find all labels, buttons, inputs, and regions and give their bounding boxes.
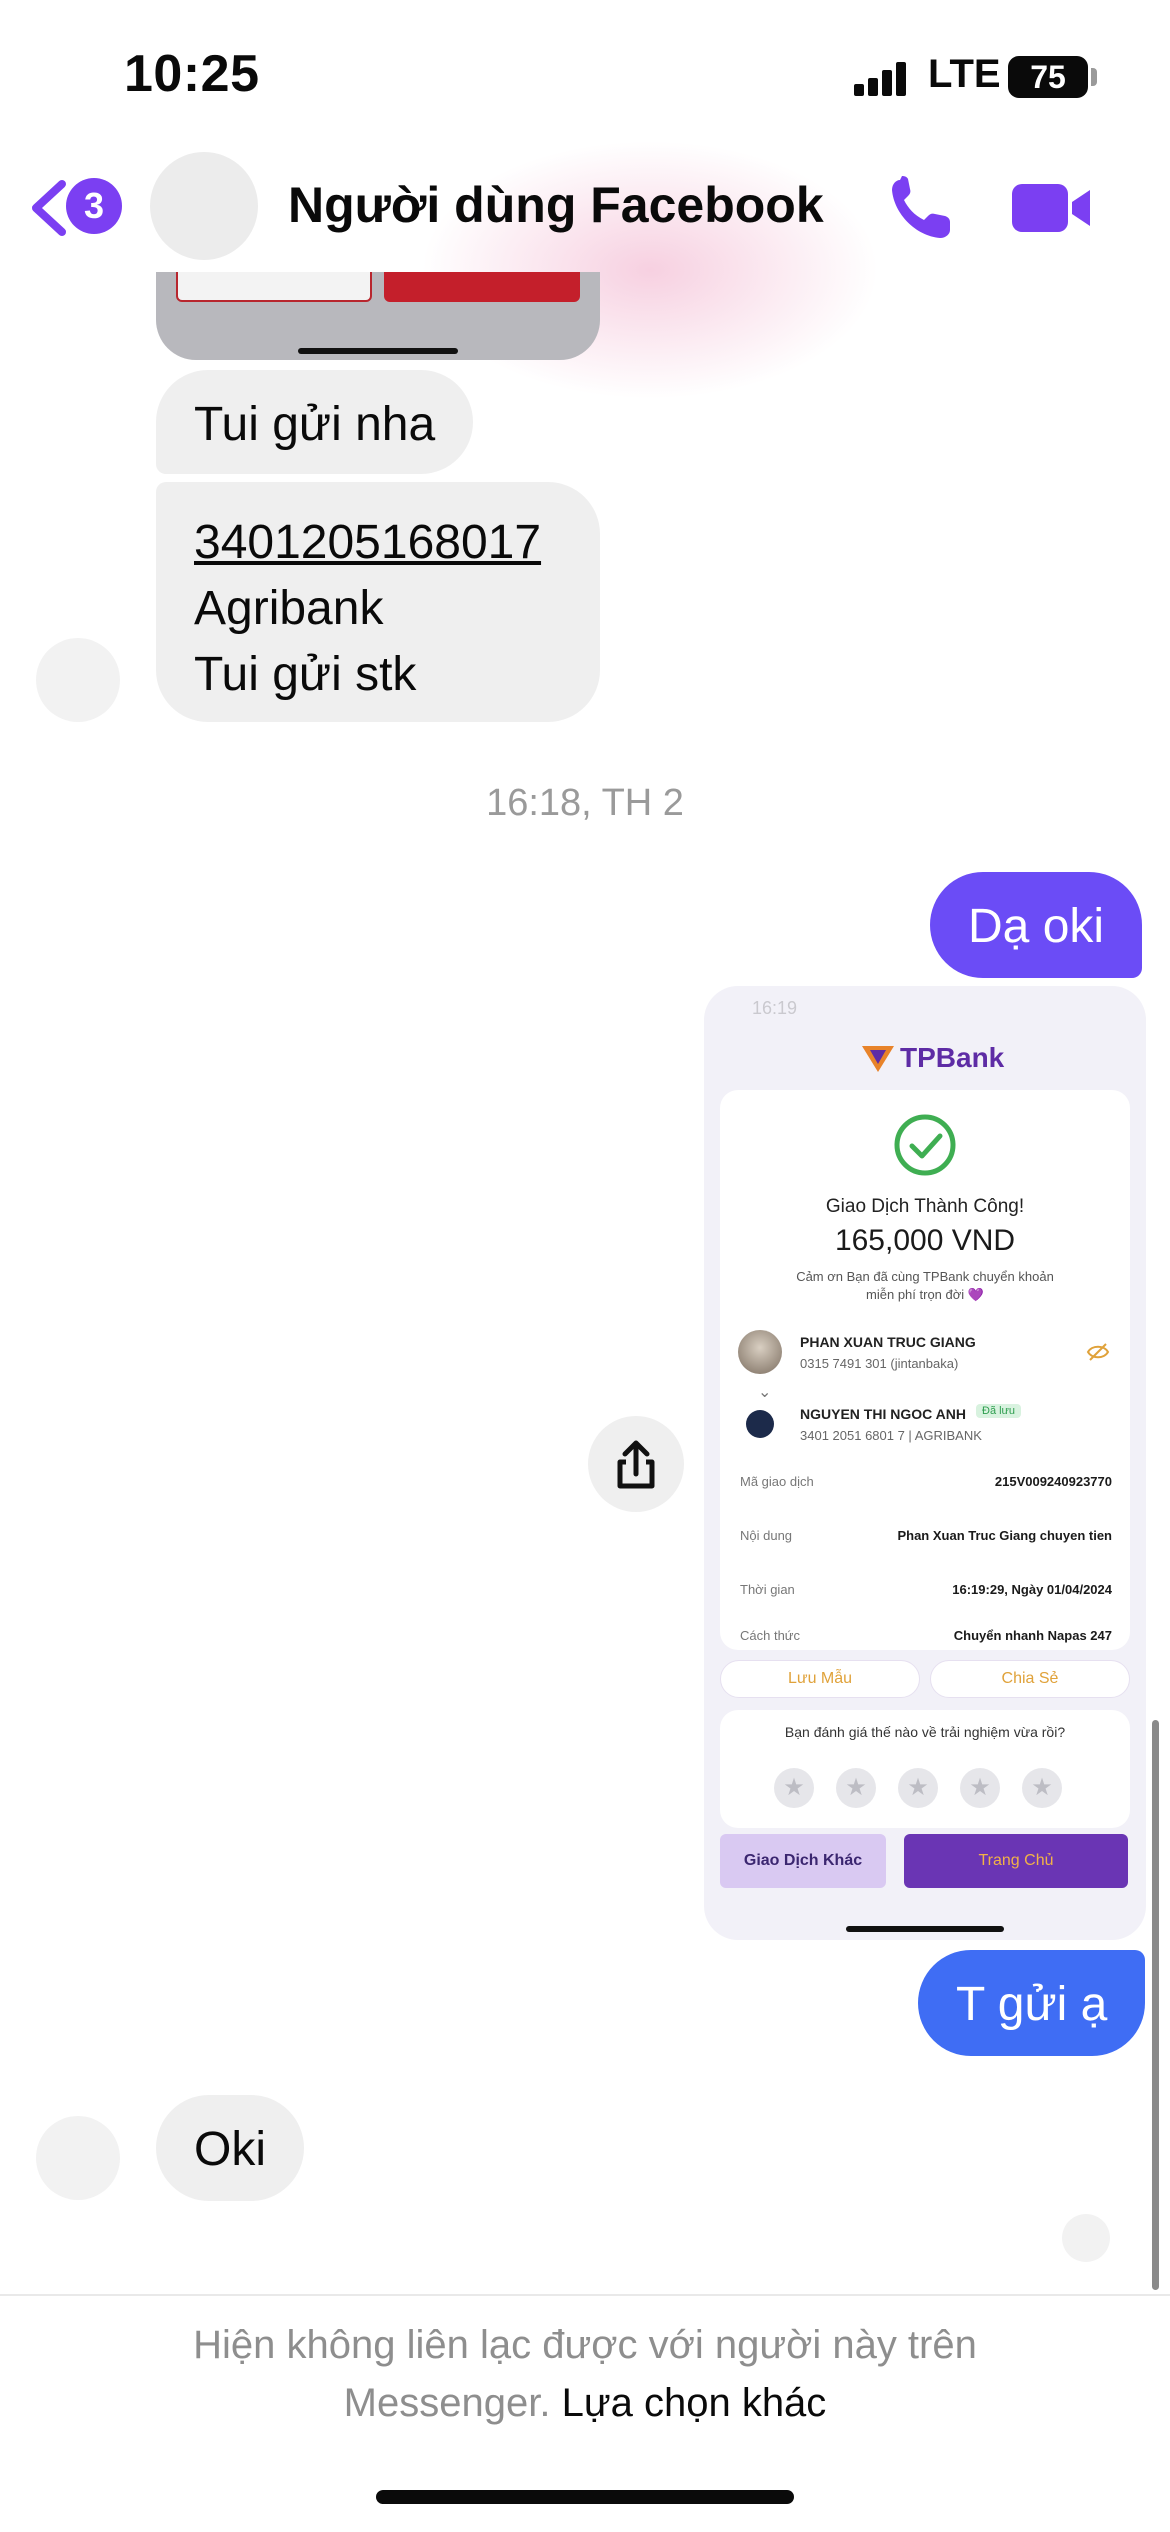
star-icon: ★ — [898, 1768, 938, 1808]
receipt-row: Thời gian 16:19:29, Ngày 01/04/2024 — [740, 1582, 1112, 1597]
receipt-row: Mã giao dịch 215V009240923770 — [740, 1474, 1112, 1489]
video-camera-icon[interactable] — [1010, 178, 1094, 238]
battery-cap — [1091, 68, 1097, 86]
sender-name: PHAN XUAN TRUC GIANG — [800, 1334, 976, 1350]
footer-divider — [0, 2294, 1170, 2296]
receipt-home-indicator — [846, 1926, 1004, 1932]
receipt-share-button: Chia Sẻ — [930, 1660, 1130, 1698]
outgoing-message[interactable]: Dạ oki — [930, 872, 1143, 978]
seen-indicator-avatar — [1062, 2214, 1110, 2262]
notice-line: Hiện không liên lạc được với người này t… — [193, 2323, 977, 2367]
status-time: 10:25 — [124, 45, 260, 103]
other-options-link[interactable]: Lựa chọn khác — [562, 2381, 827, 2425]
star-icon: ★ — [1022, 1768, 1062, 1808]
receipt-row: Nội dung Phan Xuan Truc Giang chuyen tie… — [740, 1528, 1112, 1543]
receiver-name: NGUYEN THI NGOC ANH — [800, 1406, 966, 1422]
star-icon: ★ — [960, 1768, 1000, 1808]
phone-icon[interactable] — [886, 172, 958, 244]
message-timestamp: 16:18, TH 2 — [486, 782, 684, 824]
sender-avatar[interactable] — [36, 638, 120, 722]
rating-panel: Bạn đánh giá thế nào về trải nghiệm vừa … — [720, 1710, 1130, 1828]
receipt-row-value: 16:19:29, Ngày 01/04/2024 — [952, 1582, 1112, 1597]
receipt-row: Cách thức Chuyển nhanh Napas 247 — [740, 1628, 1112, 1643]
receipt-thanks-line: miễn phí trọn đời 💜 — [866, 1287, 984, 1302]
prev-image-button-outline — [176, 272, 372, 302]
saved-badge: Đã lưu — [976, 1404, 1022, 1418]
rating-question: Bạn đánh giá thế nào về trải nghiệm vừa … — [784, 1724, 1066, 1740]
unavailable-notice: Hiện không liên lạc được với người này t… — [60, 2316, 1110, 2432]
back-button[interactable]: 3 — [22, 172, 132, 242]
receipt-title: Giao Dịch Thành Công! — [825, 1196, 1025, 1217]
receipt-row-value: Chuyển nhanh Napas 247 — [953, 1628, 1112, 1643]
outgoing-message[interactable]: T gửi ạ — [918, 1950, 1146, 2056]
receipt-status-time: 16:19 — [752, 998, 798, 1018]
receipt-row-value: Phan Xuan Truc Giang chuyen tien — [897, 1528, 1112, 1543]
account-number-link[interactable]: 3401205168017 — [194, 510, 562, 576]
status-bar: 10:25 LTE 75 — [0, 0, 1170, 140]
star-icon: ★ — [774, 1768, 814, 1808]
receipt-thanks: Cảm ơn Bạn đã cùng TPBank chuyển khoản m… — [760, 1268, 1090, 1304]
home-indicator[interactable] — [376, 2490, 794, 2504]
check-circle-icon — [894, 1114, 956, 1176]
receipt-card: Giao Dịch Thành Công! 165,000 VND Cảm ơn… — [720, 1090, 1130, 1650]
transfer-arrow-icon: ⌄ — [758, 1384, 772, 1401]
receipt-thanks-line: Cảm ơn Bạn đã cùng TPBank chuyển khoản — [796, 1269, 1054, 1284]
previous-image-attachment[interactable] — [156, 272, 600, 360]
network-label: LTE — [928, 52, 1001, 96]
receipt-amount: 165,000 VND — [834, 1224, 1016, 1257]
message-line: Tui gửi stk — [194, 648, 417, 701]
contact-name[interactable]: Người dùng Facebook — [288, 176, 824, 234]
sender-account: 0315 7491 301 (jintanbaka) — [800, 1356, 959, 1371]
home-button: Trang Chủ — [904, 1834, 1128, 1888]
incoming-message[interactable]: Oki — [156, 2095, 304, 2201]
prev-image-home-indicator — [298, 348, 458, 354]
receipt-row-label: Mã giao dịch — [740, 1474, 814, 1489]
signal-icon — [854, 62, 906, 96]
receipt-row-value: 215V009240923770 — [994, 1474, 1112, 1489]
prev-image-button-filled — [384, 272, 580, 302]
contact-avatar[interactable] — [150, 152, 258, 260]
agribank-icon — [746, 1410, 774, 1438]
tpbank-logo: TPBank — [860, 1040, 1004, 1076]
share-button[interactable] — [588, 1416, 684, 1512]
message-line: Agribank — [194, 582, 384, 635]
tpbank-logo-icon — [862, 1046, 894, 1072]
receipt-row-label: Cách thức — [740, 1628, 801, 1643]
other-transaction-button: Giao Dịch Khác — [720, 1834, 886, 1888]
receipt-row-label: Nội dung — [740, 1528, 793, 1543]
battery-icon: 75 — [1008, 56, 1088, 98]
star-icon: ★ — [836, 1768, 876, 1808]
sender-avatar[interactable] — [36, 2116, 120, 2200]
incoming-message[interactable]: Tui gửi nha — [156, 370, 474, 474]
save-template-button: Lưu Mẫu — [720, 1660, 920, 1698]
tpbank-logo-text: TPBank — [900, 1042, 1005, 1073]
receipt-row-label: Thời gian — [740, 1582, 795, 1597]
receipt-image-attachment[interactable]: 16:19 TPBank Giao Dịch Thành Công! 165,0… — [704, 986, 1146, 1940]
scrollbar[interactable] — [1152, 1720, 1159, 2290]
notice-line: Messenger. — [343, 2381, 551, 2425]
sender-avatar-photo — [738, 1330, 782, 1374]
unread-badge: 3 — [66, 178, 122, 234]
incoming-message-account[interactable]: 3401205168017 Agribank Tui gửi stk — [156, 482, 600, 722]
receiver-account: 3401 2051 6801 7 | AGRIBANK — [800, 1428, 982, 1443]
eye-off-icon — [1086, 1343, 1110, 1361]
share-icon — [617, 1440, 655, 1489]
